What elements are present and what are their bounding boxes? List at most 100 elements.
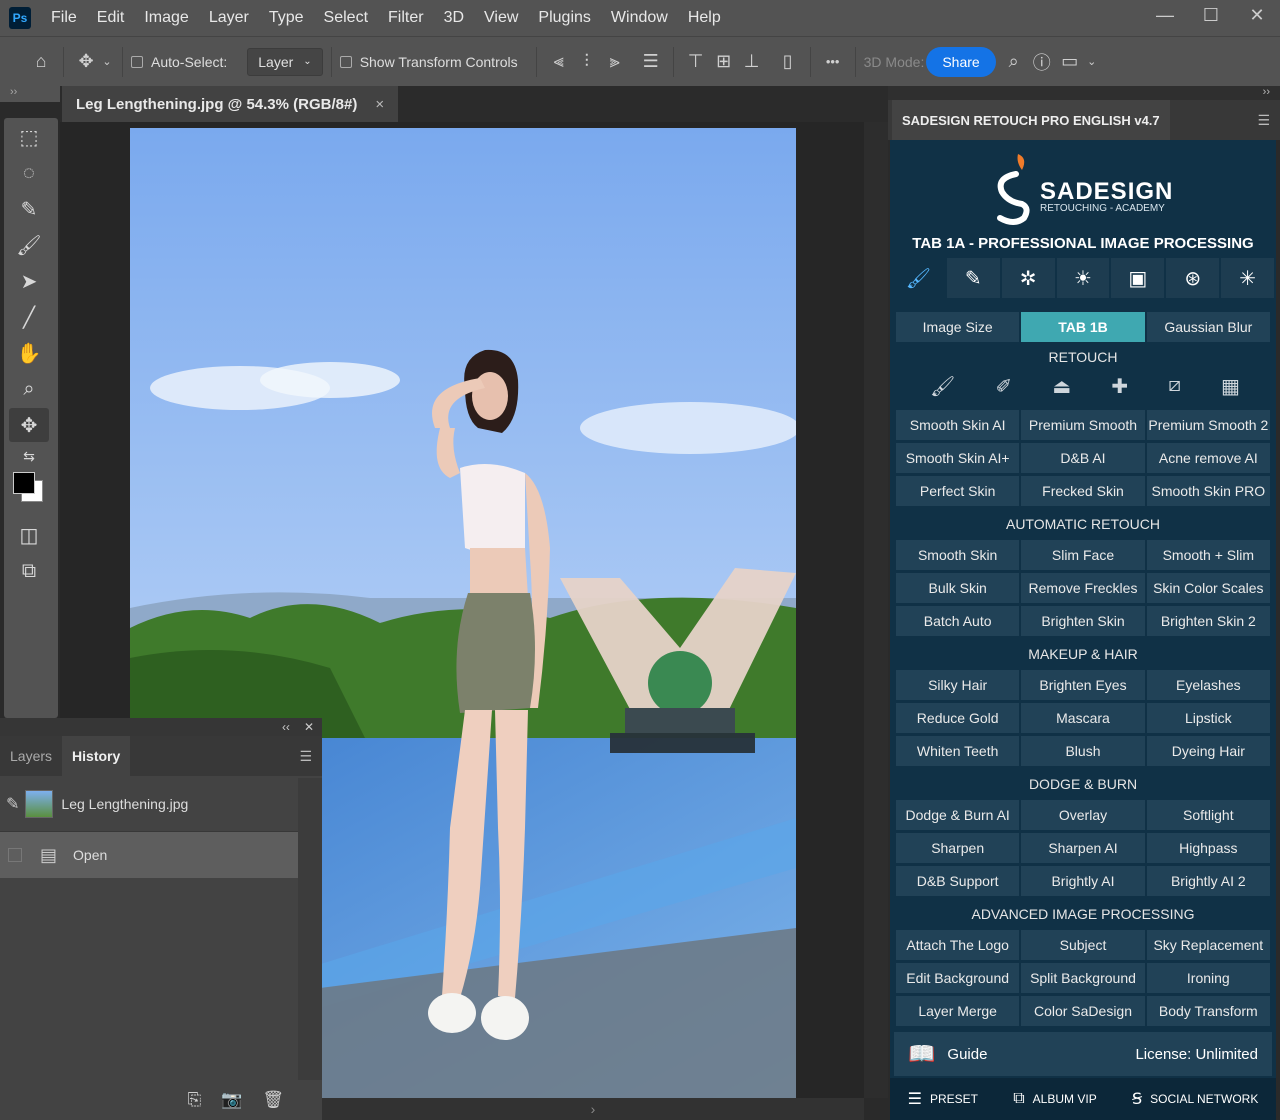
minimize-button[interactable]: —	[1142, 0, 1188, 30]
brightness-tab-icon[interactable]: ☀	[1056, 258, 1110, 298]
attach-logo-button[interactable]: Attach The Logo	[896, 930, 1020, 960]
image-size-button[interactable]: Image Size	[896, 312, 1020, 342]
menu-item-type[interactable]: Type	[259, 0, 314, 36]
preset-button[interactable]: ☰ PRESET	[908, 1089, 978, 1109]
sky-replacement-button[interactable]: Sky Replacement	[1146, 930, 1270, 960]
trash-icon[interactable]: 🗑	[262, 1090, 284, 1110]
workspace-icon[interactable]: ▭	[1056, 48, 1084, 76]
panel-menu-icon[interactable]: ☰	[299, 748, 312, 765]
move-tool-icon[interactable]: ✥	[9, 408, 49, 442]
menu-item-edit[interactable]: Edit	[87, 0, 135, 36]
menu-item-view[interactable]: View	[474, 0, 528, 36]
path-selection-tool-icon[interactable]: ➤	[9, 264, 49, 298]
camera-icon[interactable]: 📷	[221, 1090, 242, 1110]
zoom-tool-icon[interactable]: ⌕	[9, 372, 49, 406]
close-document-icon[interactable]: ×	[375, 96, 384, 113]
whiten-teeth-button[interactable]: Whiten Teeth	[896, 736, 1020, 766]
align-left-icon[interactable]: ⫷	[545, 48, 573, 76]
menu-item-window[interactable]: Window	[601, 0, 678, 36]
search-icon[interactable]: ⌕	[1000, 48, 1028, 76]
remove-freckles-button[interactable]: Remove Freckles	[1021, 573, 1145, 603]
gaussian-blur-button[interactable]: Gaussian Blur	[1146, 312, 1270, 342]
history-source-checkbox[interactable]	[8, 848, 22, 862]
align-middle-icon[interactable]: ⊞	[710, 48, 738, 76]
hand-tool-icon[interactable]: ✋	[9, 336, 49, 370]
menu-item-image[interactable]: Image	[134, 0, 198, 36]
foreground-color-swatch[interactable]	[13, 472, 35, 494]
guide-button[interactable]: Guide	[947, 1046, 1135, 1063]
subject-button[interactable]: Subject	[1021, 930, 1145, 960]
history-brush-icon[interactable]: ✎	[6, 794, 19, 814]
ironing-button[interactable]: Ironing	[1146, 963, 1270, 993]
highpass-button[interactable]: Highpass	[1146, 833, 1270, 863]
brush-icon[interactable]: 🖌	[930, 374, 955, 404]
dodge-burn-ai-button[interactable]: Dodge & Burn AI	[896, 800, 1020, 830]
chip-icon[interactable]: ▦	[1221, 374, 1240, 404]
quick-mask-icon[interactable]: ◫	[9, 518, 49, 552]
horizontal-scrollbar[interactable]: ›	[322, 1098, 864, 1120]
brush-tool-icon[interactable]: 🖌	[9, 228, 49, 262]
close-panel-icon[interactable]: ✕	[304, 720, 314, 734]
patch-icon[interactable]: ⧄	[1168, 374, 1181, 404]
auto-select-target-dropdown[interactable]: Layer ⌄	[247, 47, 323, 76]
mascara-button[interactable]: Mascara	[1021, 703, 1145, 733]
brighten-skin-button[interactable]: Brighten Skin	[1021, 606, 1145, 636]
silky-hair-button[interactable]: Silky Hair	[896, 670, 1020, 700]
more-options-icon[interactable]: •••	[819, 48, 847, 76]
smooth-skin-button[interactable]: Smooth Skin	[896, 540, 1020, 570]
align-bottom-icon[interactable]: ⊥	[738, 48, 766, 76]
overlay-button[interactable]: Overlay	[1021, 800, 1145, 830]
mixer-brush-icon[interactable]: ✐	[995, 374, 1012, 404]
history-state-row[interactable]: ▤ Open	[0, 832, 298, 878]
frecked-skin-button[interactable]: Frecked Skin	[1021, 476, 1145, 506]
share-button[interactable]: Share	[926, 46, 996, 77]
dyeing-hair-button[interactable]: Dyeing Hair	[1146, 736, 1270, 766]
layer-merge-button[interactable]: Layer Merge	[896, 996, 1020, 1026]
color-sadesign-button[interactable]: Color SaDesign	[1021, 996, 1145, 1026]
history-scrollbar[interactable]	[298, 778, 322, 1080]
tab-layers[interactable]: Layers	[0, 736, 62, 776]
menu-item-plugins[interactable]: Plugins	[528, 0, 600, 36]
new-document-from-state-icon[interactable]: ⎘	[188, 1090, 202, 1110]
auto-select-checkbox[interactable]: Auto-Select:	[131, 54, 227, 70]
blush-button[interactable]: Blush	[1021, 736, 1145, 766]
distribute-vertical-icon[interactable]: ▯	[774, 48, 802, 76]
menu-item-select[interactable]: Select	[314, 0, 378, 36]
menu-item-3d[interactable]: 3D	[434, 0, 474, 36]
document-tab[interactable]: Leg Lengthening.jpg @ 54.3% (RGB/8#) ×	[62, 86, 399, 122]
skin-color-scales-button[interactable]: Skin Color Scales	[1146, 573, 1270, 603]
body-transform-button[interactable]: Body Transform	[1146, 996, 1270, 1026]
stamp-icon[interactable]: ⏏	[1052, 374, 1071, 404]
bulk-skin-button[interactable]: Bulk Skin	[896, 573, 1020, 603]
premium-smooth-2-button[interactable]: Premium Smooth 2	[1146, 410, 1270, 440]
menu-item-filter[interactable]: Filter	[378, 0, 434, 36]
slim-face-button[interactable]: Slim Face	[1021, 540, 1145, 570]
line-tool-icon[interactable]: ╱	[9, 300, 49, 334]
file-tab-icon[interactable]: ▣	[1111, 258, 1165, 298]
brightly-ai-button[interactable]: Brightly AI	[1021, 866, 1145, 896]
retouch-brush-tab-icon[interactable]: 🖌	[892, 258, 945, 298]
menu-item-file[interactable]: File	[41, 0, 87, 36]
aperture-tab-icon[interactable]: ✲	[1001, 258, 1055, 298]
album-vip-button[interactable]: ⧉ ALBUM VIP	[1013, 1090, 1096, 1108]
document-tab-icon[interactable]: ✎	[946, 258, 1000, 298]
maximize-button[interactable]: ☐	[1188, 0, 1234, 30]
plugin-panel-title[interactable]: SADESIGN RETOUCH PRO ENGLISH v4.7	[892, 100, 1170, 140]
chevron-down-icon[interactable]: ⌄	[100, 48, 114, 76]
premium-smooth-button[interactable]: Premium Smooth	[1021, 410, 1145, 440]
checkbox-box[interactable]	[339, 55, 352, 68]
color-circles-tab-icon[interactable]: ⊛	[1166, 258, 1220, 298]
db-ai-button[interactable]: D&B AI	[1021, 443, 1145, 473]
help-icon[interactable]: ⓘ	[1028, 48, 1056, 76]
eyelashes-button[interactable]: Eyelashes	[1146, 670, 1270, 700]
home-icon[interactable]: ⌂	[27, 48, 55, 76]
brighten-eyes-button[interactable]: Brighten Eyes	[1021, 670, 1145, 700]
color-swatches[interactable]	[9, 470, 49, 516]
align-top-icon[interactable]: ⊤	[682, 48, 710, 76]
collapse-panel-icon[interactable]: ‹‹	[282, 720, 290, 734]
edit-background-button[interactable]: Edit Background	[896, 963, 1020, 993]
social-network-button[interactable]: Ꞩ SOCIAL NETWORK	[1132, 1089, 1258, 1109]
bandage-icon[interactable]: ✚	[1111, 374, 1128, 404]
tab-history[interactable]: History	[62, 736, 131, 776]
brightly-ai-2-button[interactable]: Brightly AI 2	[1146, 866, 1270, 896]
